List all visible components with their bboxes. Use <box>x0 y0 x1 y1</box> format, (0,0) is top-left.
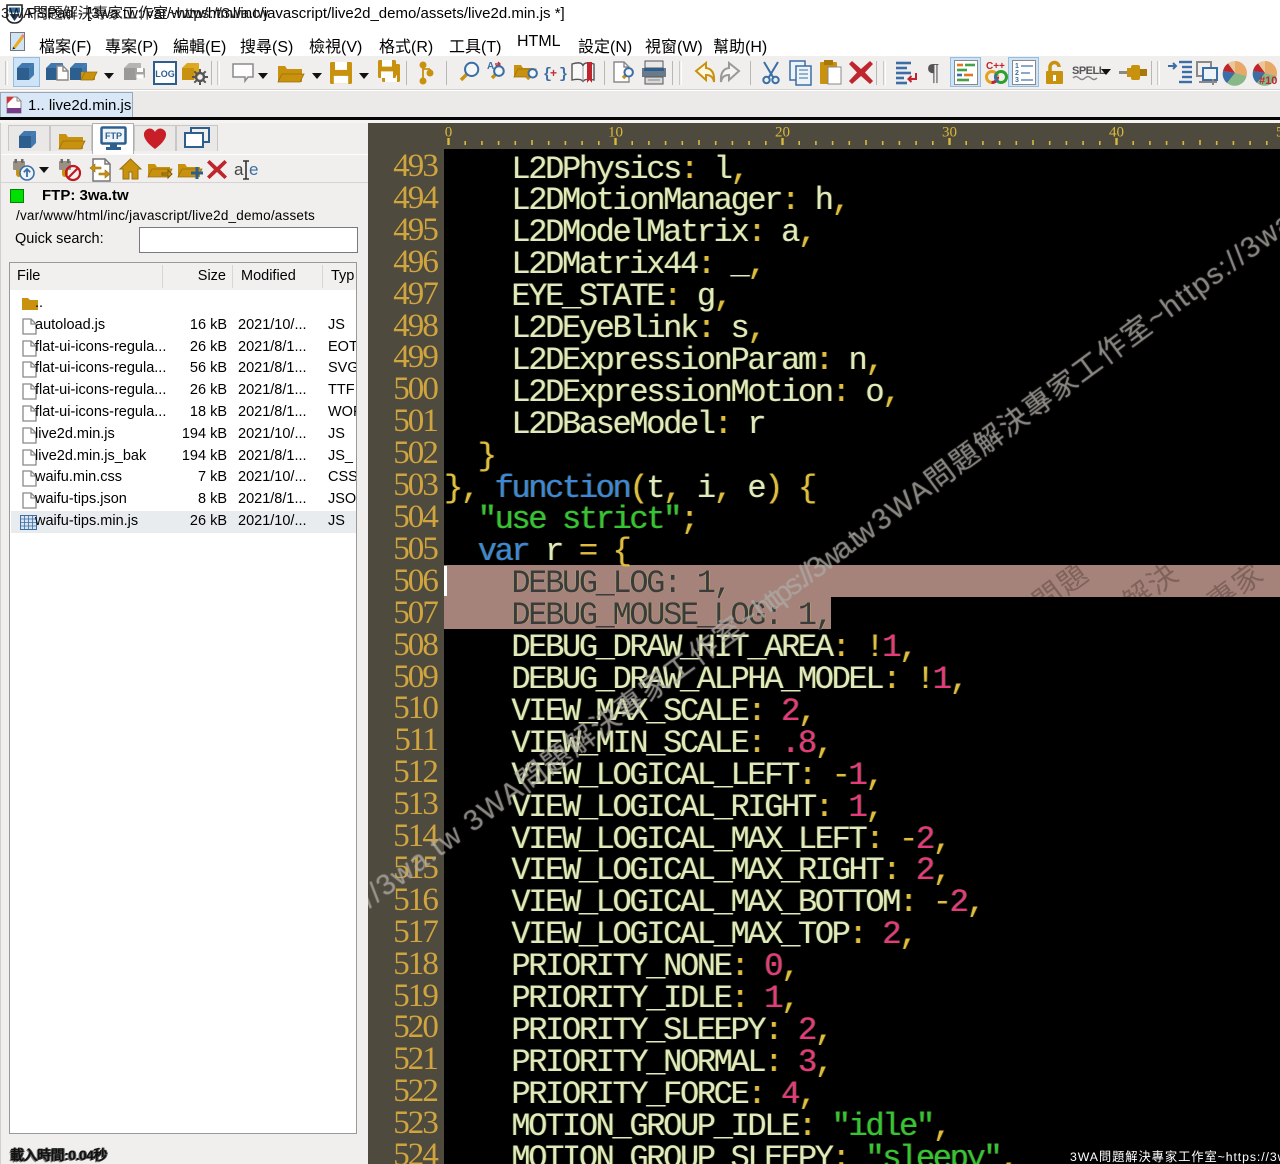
svg-text:a: a <box>234 160 244 179</box>
svg-text:1: 1 <box>1015 63 1019 70</box>
svg-text:#10: #10 <box>1259 75 1277 87</box>
svg-text:3: 3 <box>1015 77 1019 84</box>
svg-text:+: + <box>550 66 557 80</box>
svg-text:LOG: LOG <box>155 69 175 79</box>
svg-text:FTP: FTP <box>105 131 122 141</box>
svg-text:0: 0 <box>445 125 453 141</box>
svg-text:50: 50 <box>1276 125 1280 141</box>
svg-text:10: 10 <box>608 125 623 141</box>
svg-text:2: 2 <box>1015 70 1019 77</box>
svg-text:40: 40 <box>1109 125 1124 141</box>
svg-text:e: e <box>249 160 258 179</box>
svg-text:30: 30 <box>942 125 957 141</box>
svg-text:¶: ¶ <box>928 60 939 86</box>
svg-text:20: 20 <box>775 125 790 141</box>
svg-text:}: } <box>559 66 568 83</box>
